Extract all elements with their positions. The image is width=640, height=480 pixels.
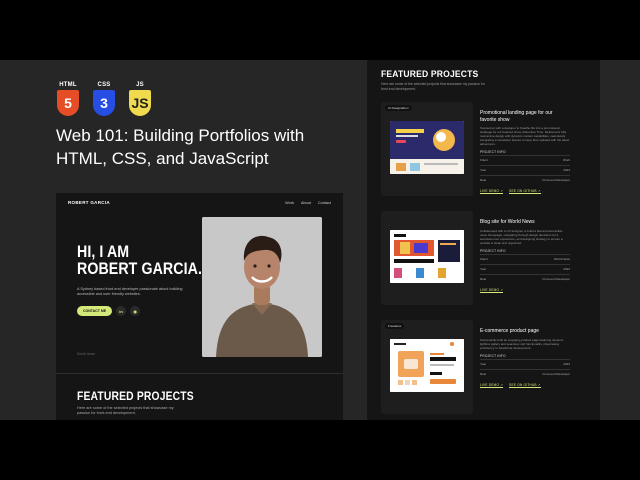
row-value: Front-end Developer — [542, 276, 570, 281]
project-info: Promotional landing page for our favorit… — [480, 110, 570, 194]
hero-actions: CONTACT ME in ◉ — [77, 306, 141, 316]
css-badge-label: CSS — [97, 82, 111, 88]
project-info: E-commerce product page Successfully bui… — [480, 328, 570, 388]
project-title: E-commerce product page — [480, 328, 539, 334]
landing-page-thumbnail — [390, 121, 464, 174]
row-key: Year — [480, 168, 487, 172]
profile-photo — [202, 217, 322, 357]
github-icon[interactable]: ◉ — [130, 306, 141, 316]
project-tag: Ui Designathon — [385, 105, 412, 111]
row-key: Role — [480, 276, 487, 281]
live-demo-link[interactable]: LIVE DEMO ↗ — [480, 383, 504, 388]
html5-badge: HTML 5 — [55, 82, 81, 116]
row-key: Client — [480, 158, 488, 162]
tech-badges: HTML 5 CSS 3 JS JS — [55, 82, 153, 116]
scroll-hint: Scroll down — [77, 352, 96, 356]
live-demo-link[interactable]: LIVE DEMO ↗ — [480, 288, 504, 293]
hero-description: A Sydney based front-end developer passi… — [77, 287, 183, 296]
linkedin-icon[interactable]: in — [116, 306, 127, 316]
ecommerce-thumbnail — [390, 339, 464, 392]
row-value: 2022 — [563, 361, 570, 366]
css3-icon: 3 — [93, 90, 115, 116]
project-thumbnail-card[interactable]: Freelance — [381, 320, 473, 414]
github-link[interactable]: SEE ON GITHUB ↗ — [509, 383, 541, 388]
html-badge-label: HTML — [59, 82, 77, 88]
course-title: Web 101: Building Portfolios with HTML, … — [56, 126, 305, 168]
projects-description: Here are some of the selected projects t… — [381, 82, 485, 91]
project-info-label: PROJECT INFO — [480, 150, 506, 154]
project-info-row: Role Front-end Developer — [480, 273, 570, 284]
project-title: Blog site for World News — [480, 219, 535, 225]
project-info-row: Year 2023 — [480, 165, 570, 175]
nav-work-link[interactable]: Work — [285, 201, 294, 205]
row-value: World News — [553, 256, 570, 261]
nav-contact-link[interactable]: Contact — [318, 201, 331, 205]
javascript-icon: JS — [129, 90, 151, 116]
project-info-label: PROJECT INFO — [480, 248, 506, 253]
portfolio-preview: ROBERT GARCIA Work About Contact HI, I A… — [56, 193, 343, 420]
row-key: Role — [480, 371, 487, 376]
project-info: Blog site for World News Collaborated wi… — [480, 219, 570, 293]
row-key: Role — [480, 178, 487, 182]
row-key: Year — [480, 266, 487, 271]
projects-title: FEATURED PROJECTS — [381, 69, 479, 80]
project-info-row: Role Front-end Developer — [480, 175, 570, 185]
row-key: Year — [480, 361, 487, 366]
project-info-row: Client World News — [480, 253, 570, 264]
github-link[interactable]: SEE ON GITHUB ↗ — [509, 189, 541, 194]
project-screenshot — [390, 339, 464, 392]
project-description: Teamed up with a designer to breathe lif… — [480, 126, 570, 146]
hero-line-1: HI, I AM — [77, 243, 130, 261]
project-item: Blog site for World News Collaborated wi… — [381, 211, 593, 305]
project-screenshot — [390, 230, 464, 283]
row-value: 2022 — [563, 266, 570, 271]
project-links: LIVE DEMO ↗ SEE ON GITHUB ↗ — [480, 189, 570, 194]
live-demo-link[interactable]: LIVE DEMO ↗ — [480, 189, 504, 194]
site-logo[interactable]: ROBERT GARCIA — [68, 200, 110, 205]
project-links: LIVE DEMO ↗ SEE ON GITHUB ↗ — [480, 383, 570, 388]
project-item: Ui Designathon Promotional landing page … — [381, 102, 593, 196]
site-nav-links: Work About Contact — [285, 201, 331, 205]
person-illustration — [202, 217, 322, 357]
row-value: 2023 — [563, 168, 570, 172]
video-frame: HTML 5 CSS 3 JS JS Web 101: Building Por… — [0, 60, 640, 420]
project-info-row: Role Front-end Developer — [480, 368, 570, 379]
section-divider — [56, 373, 343, 374]
html5-icon: 5 — [57, 90, 79, 116]
project-description: Collaborated with a UX designer to build… — [480, 228, 563, 245]
contact-me-button[interactable]: CONTACT ME — [77, 306, 113, 316]
project-screenshot — [390, 121, 464, 174]
row-value: Front-end Developer — [542, 178, 570, 182]
nav-about-link[interactable]: About — [301, 201, 311, 205]
site-featured-title: FEATURED PROJECTS — [77, 389, 194, 403]
project-info-row: Client Work — [480, 155, 570, 165]
project-info-label: PROJECT INFO — [480, 353, 506, 358]
project-thumbnail-card[interactable]: Ui Designathon — [381, 102, 473, 196]
row-value: Front-end Developer — [542, 371, 570, 376]
blog-thumbnail — [390, 230, 464, 283]
project-thumbnail-card[interactable] — [381, 211, 473, 305]
js-badge: JS JS — [127, 82, 153, 116]
project-title: Promotional landing page for our favorit… — [480, 110, 553, 123]
project-tag: Freelance — [385, 323, 405, 329]
hero-heading: HI, I AM ROBERT GARCIA. — [77, 244, 202, 278]
site-navbar: ROBERT GARCIA Work About Contact — [68, 200, 331, 205]
row-value: Work — [563, 158, 570, 162]
hero-line-2: ROBERT GARCIA. — [77, 260, 202, 278]
project-item: Freelance E-commerce product page Succes… — [381, 320, 593, 414]
js-badge-label: JS — [136, 82, 144, 88]
project-description: Successfully built an engaging product p… — [480, 337, 564, 350]
site-featured-description: Here are some of the selected projects t… — [77, 406, 174, 415]
projects-page-preview: FEATURED PROJECTS Here are some of the s… — [367, 60, 600, 420]
row-key: Client — [480, 256, 488, 261]
css3-badge: CSS 3 — [91, 82, 117, 116]
project-info-row: Year 2022 — [480, 358, 570, 369]
project-links: LIVE DEMO ↗ — [480, 288, 570, 293]
project-info-row: Year 2022 — [480, 263, 570, 274]
